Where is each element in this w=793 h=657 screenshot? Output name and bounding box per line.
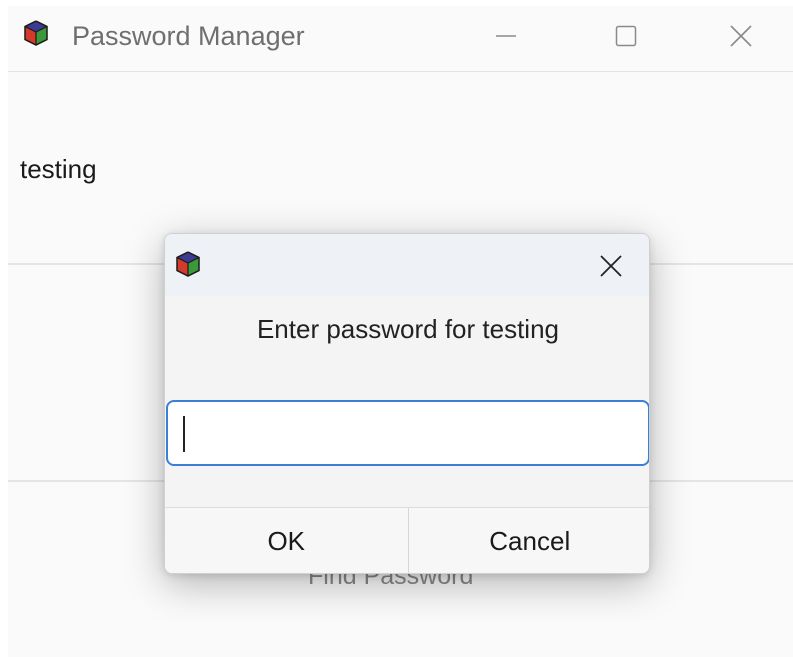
maximize-button[interactable] <box>596 14 656 58</box>
ok-button[interactable]: OK <box>165 508 409 573</box>
close-icon <box>600 255 622 277</box>
dialog-prompt: Enter password for testing <box>256 314 560 344</box>
tk-cube-icon <box>24 20 48 46</box>
window-title: Password Manager <box>72 21 305 51</box>
window-titlebar: Password Manager <box>8 6 793 72</box>
close-icon <box>730 25 752 47</box>
tk-cube-icon <box>176 251 200 277</box>
password-dialog: Enter password for testing OK Cancel <box>164 233 650 574</box>
maximize-icon <box>615 25 637 47</box>
entry-label: testing <box>20 154 97 184</box>
minimize-button[interactable] <box>476 14 536 58</box>
minimize-icon <box>496 35 516 37</box>
cancel-button[interactable]: Cancel <box>408 508 649 573</box>
dialog-button-row: OK Cancel <box>165 507 649 573</box>
dialog-titlebar <box>165 234 649 296</box>
dialog-close-button[interactable] <box>583 244 639 288</box>
password-input[interactable] <box>166 400 649 466</box>
text-caret <box>183 416 185 452</box>
close-button[interactable] <box>711 14 771 58</box>
